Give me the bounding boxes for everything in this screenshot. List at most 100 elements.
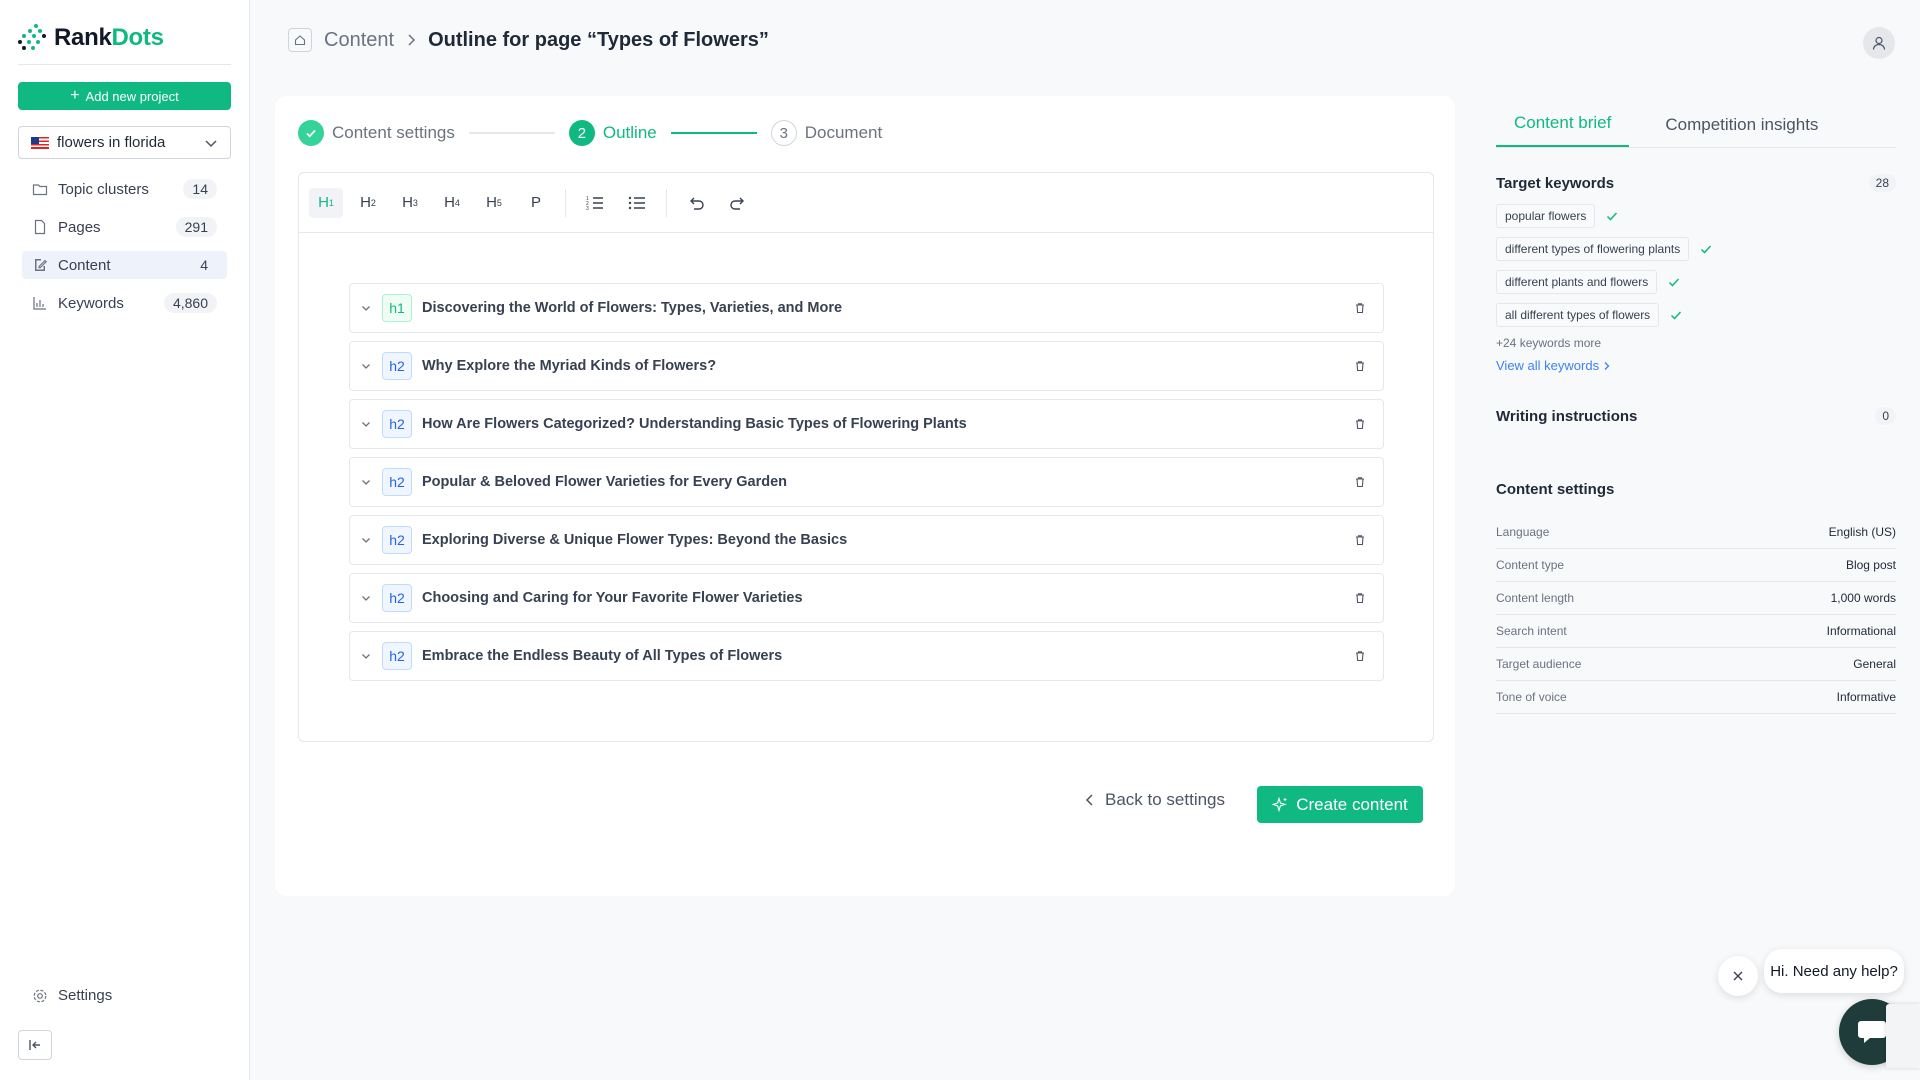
heading-3-button[interactable]: H3 (393, 188, 427, 218)
step-outline[interactable]: 2 Outline (568, 120, 657, 146)
count-badge: 0 (1875, 407, 1896, 425)
heading-5-button[interactable]: H5 (477, 188, 511, 218)
tab-content-brief[interactable]: Content brief (1496, 113, 1630, 147)
heading-2-button[interactable]: H2 (351, 188, 385, 218)
bullet-list-button[interactable] (620, 188, 654, 218)
collapse-sidebar-button[interactable] (18, 1030, 52, 1060)
writing-instructions-header[interactable]: Writing instructions 0 (1496, 407, 1896, 425)
outline-heading-text[interactable]: Choosing and Caring for Your Favorite Fl… (422, 590, 803, 606)
undo-button[interactable] (679, 188, 713, 218)
heading-tag[interactable]: h2 (382, 526, 412, 554)
count-badge: 28 (1868, 174, 1896, 192)
chevron-down-icon[interactable] (360, 418, 372, 430)
outline-row[interactable]: h1 Discovering the World of Flowers: Typ… (349, 283, 1384, 333)
redo-button[interactable] (721, 188, 755, 218)
page-title: Outline for page “Types of Flowers” (428, 28, 769, 51)
outline-heading-text[interactable]: Discovering the World of Flowers: Types,… (422, 300, 842, 316)
breadcrumb-content-link[interactable]: Content (324, 29, 394, 52)
heading-tag[interactable]: h2 (382, 468, 412, 496)
heading-1-button[interactable]: H1 (309, 187, 343, 218)
delete-button[interactable] (1347, 585, 1373, 611)
target-keywords-header[interactable]: Target keywords 28 (1496, 174, 1896, 192)
view-all-keywords-link[interactable]: View all keywords (1496, 358, 1896, 373)
more-keywords-text: +24 keywords more (1496, 336, 1602, 350)
trash-icon (1356, 477, 1364, 488)
delete-button[interactable] (1347, 295, 1373, 321)
chevron-down-icon[interactable] (360, 534, 372, 546)
outline-list: h1 Discovering the World of Flowers: Typ… (349, 283, 1384, 689)
chevron-down-icon[interactable] (360, 302, 372, 314)
step-connector (468, 132, 555, 134)
sidebar-nav: Topic clusters 14 Pages 291 Content 4 Ke… (22, 175, 227, 327)
step-document[interactable]: 3 Document (770, 120, 882, 146)
keyword-chip[interactable]: all different types of flowers (1496, 303, 1660, 327)
bullet-list-icon (628, 196, 645, 209)
editor-toolbar: H1 H2 H3 H4 H5 P 123 (299, 173, 1433, 233)
home-button[interactable] (288, 28, 312, 52)
delete-button[interactable] (1347, 469, 1373, 495)
tab-competition-insights[interactable]: Competition insights (1647, 115, 1836, 147)
paragraph-button[interactable]: P (519, 188, 553, 218)
keyword-chip[interactable]: popular flowers (1496, 204, 1596, 228)
outline-heading-text[interactable]: How Are Flowers Categorized? Understandi… (422, 416, 967, 432)
sidebar-item-topic-clusters[interactable]: Topic clusters 14 (22, 175, 227, 203)
keyword-chip[interactable]: different plants and flowers (1496, 270, 1658, 294)
outline-heading-text[interactable]: Why Explore the Myriad Kinds of Flowers? (422, 358, 716, 374)
create-content-button[interactable]: Create content (1257, 786, 1423, 823)
heading-tag[interactable]: h2 (382, 642, 412, 670)
redo-icon (730, 197, 744, 210)
heading-tag[interactable]: h2 (382, 352, 412, 380)
heading-tag[interactable]: h2 (382, 584, 412, 612)
back-to-settings-button[interactable]: Back to settings (1085, 790, 1225, 810)
outline-row[interactable]: h2 Why Explore the Myriad Kinds of Flowe… (349, 341, 1384, 391)
count-badge: 4,860 (163, 293, 217, 313)
keyword-item: popular flowers (1496, 204, 1896, 228)
delete-button[interactable] (1347, 411, 1373, 437)
settings-row: Content type Blog post (1496, 549, 1896, 582)
outline-heading-text[interactable]: Exploring Diverse & Unique Flower Types:… (422, 532, 847, 548)
project-selector[interactable]: flowers in florida (18, 126, 231, 159)
chevron-down-icon[interactable] (360, 360, 372, 372)
ordered-list-icon: 123 (586, 196, 603, 211)
edit-icon (35, 259, 47, 271)
user-avatar[interactable] (1863, 27, 1895, 59)
outline-heading-text[interactable]: Popular & Beloved Flower Varieties for E… (422, 474, 787, 490)
outline-row[interactable]: h2 Exploring Diverse & Unique Flower Typ… (349, 515, 1384, 565)
chevron-down-icon[interactable] (360, 592, 372, 604)
sparkle-icon (1272, 796, 1288, 812)
logo-dots-icon (18, 24, 46, 52)
logo[interactable]: RankDots (18, 24, 164, 52)
outline-heading-text[interactable]: Embrace the Endless Beauty of All Types … (422, 648, 782, 664)
outline-row[interactable]: h2 How Are Flowers Categorized? Understa… (349, 399, 1384, 449)
check-icon (1669, 278, 1680, 287)
check-icon (1607, 212, 1618, 221)
heading-tag[interactable]: h2 (382, 410, 412, 438)
chat-greeting-bubble[interactable]: Hi. Need any help? (1764, 949, 1904, 993)
sidebar-item-settings[interactable]: Settings (32, 987, 112, 1004)
chat-close-button[interactable] (1718, 956, 1758, 996)
delete-button[interactable] (1347, 643, 1373, 669)
heading-tag[interactable]: h1 (382, 294, 412, 322)
keyword-chip[interactable]: different types of flowering plants (1496, 237, 1690, 261)
delete-button[interactable] (1347, 353, 1373, 379)
count-badge: 14 (183, 179, 217, 199)
ordered-list-button[interactable]: 123 (578, 188, 612, 218)
sidebar-item-content[interactable]: Content 4 (22, 251, 227, 279)
recaptcha-badge (1886, 1004, 1920, 1068)
delete-button[interactable] (1347, 527, 1373, 553)
file-icon (34, 219, 46, 235)
brand-name: RankDots (54, 24, 164, 51)
content-brief-panel: Content brief Competition insights Targe… (1496, 96, 1896, 714)
chevron-down-icon[interactable] (360, 476, 372, 488)
outline-row[interactable]: h2 Choosing and Caring for Your Favorite… (349, 573, 1384, 623)
step-content-settings[interactable]: Content settings (298, 120, 455, 146)
sidebar-item-keywords[interactable]: Keywords 4,860 (22, 289, 227, 317)
chat-icon (1858, 1021, 1886, 1043)
outline-row[interactable]: h2 Popular & Beloved Flower Varieties fo… (349, 457, 1384, 507)
trash-icon (1356, 535, 1364, 546)
heading-4-button[interactable]: H4 (435, 188, 469, 218)
sidebar-item-pages[interactable]: Pages 291 (22, 213, 227, 241)
add-project-button[interactable]: + Add new project (18, 82, 231, 110)
outline-row[interactable]: h2 Embrace the Endless Beauty of All Typ… (349, 631, 1384, 681)
chevron-down-icon[interactable] (360, 650, 372, 662)
